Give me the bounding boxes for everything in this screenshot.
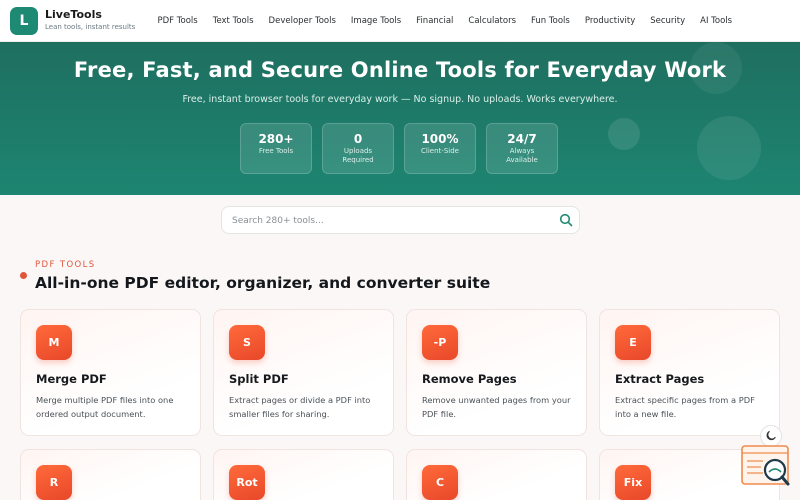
stat-card: 0 Uploads Required	[322, 123, 394, 174]
tool-title: Merge PDF	[36, 372, 107, 386]
logo-icon[interactable]: L	[10, 7, 38, 35]
nav-item-developer-tools[interactable]: Developer Tools	[269, 16, 336, 26]
stats-row: 280+ Free Tools 0 Uploads Required 100% …	[240, 123, 568, 174]
help-chat-widget-icon[interactable]	[741, 445, 791, 489]
decorative-bubble	[608, 118, 640, 150]
tool-badge-icon: M	[36, 325, 72, 360]
tool-badge-icon: Fix	[615, 465, 651, 500]
tool-card[interactable]: R	[20, 449, 201, 500]
tool-description: Extract specific pages from a PDF into a…	[615, 395, 755, 419]
tool-card-merge-pdf[interactable]: M Merge PDF Merge multiple PDF files int…	[20, 309, 201, 436]
stat-card: 24/7 Always Available	[486, 123, 558, 174]
section-title: All-in-one PDF editor, organizer, and co…	[35, 274, 491, 292]
brand[interactable]: LiveTools Lean tools, instant results	[45, 8, 135, 32]
nav-item-pdf-tools[interactable]: PDF Tools	[158, 16, 198, 26]
hero-banner: Free, Fast, and Secure Online Tools for …	[0, 42, 800, 195]
decorative-bubble	[697, 116, 761, 180]
section-kicker: PDF TOOLS	[35, 260, 96, 270]
stat-card: 100% Client-Side	[404, 123, 476, 174]
tool-badge-icon: -P	[422, 325, 458, 360]
tool-description: Merge multiple PDF files into one ordere…	[36, 395, 174, 419]
tool-card[interactable]: Rot	[213, 449, 394, 500]
stat-label: Free Tools	[258, 147, 294, 155]
nav-item-image-tools[interactable]: Image Tools	[351, 16, 401, 26]
nav-item-productivity[interactable]: Productivity	[585, 16, 635, 26]
section-dot-icon	[20, 272, 27, 279]
stat-value: 0	[353, 132, 363, 146]
nav-item-ai-tools[interactable]: AI Tools	[700, 16, 732, 26]
brand-name: LiveTools	[45, 8, 102, 21]
search-input[interactable]	[232, 212, 552, 230]
moon-icon	[766, 431, 776, 441]
brand-tagline: Lean tools, instant results	[45, 23, 136, 31]
nav-item-financial[interactable]: Financial	[416, 16, 453, 26]
tool-title: Remove Pages	[422, 372, 517, 386]
search-box	[221, 206, 580, 234]
stat-card: 280+ Free Tools	[240, 123, 312, 174]
stat-value: 24/7	[507, 132, 537, 146]
tool-description: Extract pages or divide a PDF into small…	[229, 395, 371, 419]
nav-item-security[interactable]: Security	[650, 16, 685, 26]
tool-title: Extract Pages	[615, 372, 705, 386]
site-header: L LiveTools Lean tools, instant results …	[0, 0, 800, 42]
nav-item-fun-tools[interactable]: Fun Tools	[531, 16, 570, 26]
tool-badge-icon: R	[36, 465, 72, 500]
tool-description: Remove unwanted pages from your PDF file…	[422, 395, 571, 419]
hero-subtitle: Free, instant browser tools for everyday…	[182, 94, 618, 105]
stat-label: Always Available	[506, 147, 538, 164]
nav-item-text-tools[interactable]: Text Tools	[213, 16, 254, 26]
tool-card[interactable]: C	[406, 449, 587, 500]
tool-title: Split PDF	[229, 372, 289, 386]
tool-card-remove-pages[interactable]: -P Remove Pages Remove unwanted pages fr…	[406, 309, 587, 436]
tool-card-extract-pages[interactable]: E Extract Pages Extract specific pages f…	[599, 309, 780, 436]
hero-title: Free, Fast, and Secure Online Tools for …	[73, 58, 727, 82]
tool-badge-icon: S	[229, 325, 265, 360]
stat-value: 100%	[421, 132, 459, 146]
stat-value: 280+	[258, 132, 294, 146]
main-nav: PDF Tools Text Tools Developer Tools Ima…	[150, 0, 740, 42]
stat-label: Uploads Required	[342, 147, 374, 164]
nav-item-calculators[interactable]: Calculators	[468, 16, 516, 26]
theme-toggle-button[interactable]	[760, 425, 782, 447]
search-icon[interactable]	[559, 213, 573, 227]
tool-card-split-pdf[interactable]: S Split PDF Extract pages or divide a PD…	[213, 309, 394, 436]
tool-badge-icon: Rot	[229, 465, 265, 500]
stat-label: Client-Side	[421, 147, 459, 155]
tool-badge-icon: C	[422, 465, 458, 500]
tool-badge-icon: E	[615, 325, 651, 360]
